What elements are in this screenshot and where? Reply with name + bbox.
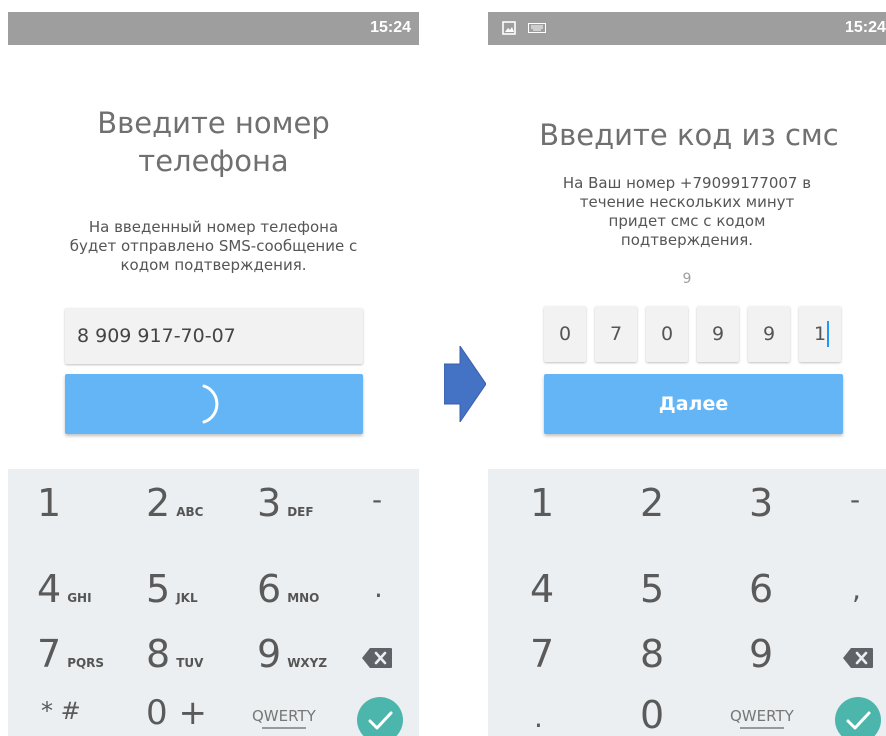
numeric-keyboard: 1 2 3 - 4 5 6 , 7 8 9 . 0 QWERTY xyxy=(488,469,886,736)
enter-button[interactable] xyxy=(357,697,403,736)
subtitle-line3: придет смс с кодом xyxy=(608,212,766,230)
key-8[interactable]: 8 xyxy=(640,632,664,676)
key-1[interactable]: 1 xyxy=(37,481,61,525)
loading-spinner-icon xyxy=(202,384,219,424)
key-9[interactable]: 9 WXYZ xyxy=(257,632,327,676)
key-dash[interactable]: - xyxy=(372,483,382,516)
image-notification-icon xyxy=(502,21,516,35)
key-4[interactable]: 4 GHI xyxy=(37,567,92,611)
status-clock: 15:24 xyxy=(845,19,886,36)
qwerty-switch[interactable]: QWERTY xyxy=(730,707,794,729)
subtitle-line4: подтверждения. xyxy=(620,231,754,249)
page-title-line1: Введите номер xyxy=(97,106,330,140)
key-7[interactable]: 7 PQRS xyxy=(37,632,104,676)
page-title-line2: телефона xyxy=(138,144,289,178)
code-hint: 9 xyxy=(682,271,692,287)
key-5[interactable]: 5 JKL xyxy=(146,567,198,611)
key-0-plus[interactable]: 0 + xyxy=(146,693,207,733)
code-digit-3[interactable]: 0 xyxy=(646,306,688,362)
numeric-keyboard: 1 2 ABC 3 DEF - 4 GHI 5 JKL 6 MNO . 7 PQRS 8 TU… xyxy=(8,469,419,736)
key-dot[interactable]: . xyxy=(374,571,383,604)
key-5[interactable]: 5 xyxy=(640,567,664,611)
keyboard-notification-icon xyxy=(528,23,546,33)
status-bar: 15:24 xyxy=(8,12,419,45)
key-comma[interactable]: , xyxy=(852,573,861,606)
key-3[interactable]: 3 xyxy=(749,481,773,525)
subtitle-line3: кодом подтверждения. xyxy=(120,256,307,274)
subtitle-line1: На Ваш номер +79099177007 в xyxy=(562,174,812,192)
checkmark-icon xyxy=(846,711,871,730)
code-digit-4[interactable]: 9 xyxy=(697,306,739,362)
code-digit-6[interactable]: 1 xyxy=(799,306,841,362)
key-star-hash[interactable]: * # xyxy=(41,697,81,725)
subtitle-line1: На введенный номер телефона xyxy=(88,218,339,236)
enter-button[interactable] xyxy=(835,697,881,736)
checkmark-icon xyxy=(368,711,393,730)
key-6[interactable]: 6 MNO xyxy=(257,567,319,611)
key-2[interactable]: 2 ABC xyxy=(146,481,203,525)
key-3[interactable]: 3 DEF xyxy=(257,481,314,525)
key-1[interactable]: 1 xyxy=(530,481,554,525)
code-digit-2[interactable]: 7 xyxy=(595,306,637,362)
phone-screen-right: 15:24 Введите код из смс На Ваш номер +7… xyxy=(488,12,886,736)
key-9[interactable]: 9 xyxy=(749,632,773,676)
phone-number-input[interactable]: 8 909 917-70-07 xyxy=(65,308,363,364)
subtitle-line2: течение нескольких минут xyxy=(579,193,795,211)
key-4[interactable]: 4 xyxy=(530,567,554,611)
key-8[interactable]: 8 TUV xyxy=(146,632,203,676)
subtitle-line2: будет отправлено SMS-сообщение с xyxy=(69,237,358,255)
arrow-right-icon xyxy=(444,346,486,422)
key-7[interactable]: 7 xyxy=(530,632,554,676)
code-digit-1[interactable]: 0 xyxy=(544,306,586,362)
code-digit-5[interactable]: 9 xyxy=(748,306,790,362)
backspace-icon[interactable] xyxy=(842,647,874,669)
qwerty-switch[interactable]: QWERTY xyxy=(252,707,316,729)
status-clock: 15:24 xyxy=(370,19,411,36)
phone-screen-left: 15:24 Введите номер телефона На введенны… xyxy=(8,12,419,736)
status-bar: 15:24 xyxy=(488,12,886,45)
submit-phone-button[interactable] xyxy=(65,374,363,434)
key-6[interactable]: 6 xyxy=(749,567,773,611)
page-title: Введите код из смс xyxy=(539,118,839,152)
backspace-icon[interactable] xyxy=(361,647,393,669)
next-button[interactable]: Далее xyxy=(544,374,843,434)
key-0[interactable]: 0 xyxy=(640,693,664,736)
key-dot[interactable]: . xyxy=(534,701,543,734)
key-dash[interactable]: - xyxy=(850,483,860,516)
key-2[interactable]: 2 xyxy=(640,481,664,525)
